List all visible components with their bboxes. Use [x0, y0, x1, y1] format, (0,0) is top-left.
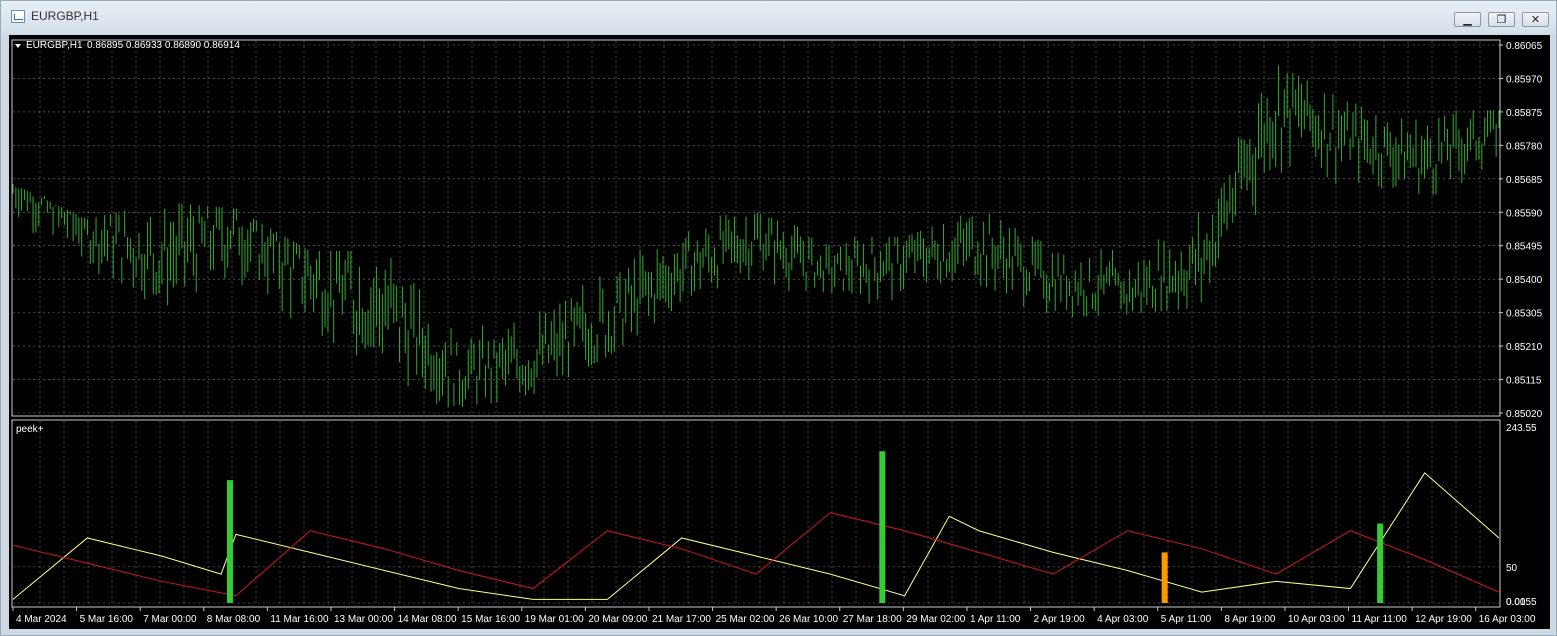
indicator-label: peek+ — [16, 424, 44, 435]
chart-canvas[interactable]: EURGBP,H1 0.86895 0.86933 0.86890 0.8691… — [9, 35, 1550, 629]
indicator-spike-green — [879, 451, 886, 603]
indicator-axis-label: 50 — [1506, 563, 1518, 574]
price-axis-label: 0.85590 — [1506, 208, 1543, 219]
indicator-axis-label: 243.55 — [1506, 423, 1537, 434]
time-axis-label: 10 Apr 03:00 — [1288, 614, 1345, 625]
time-axis-label: 27 Mar 18:00 — [843, 614, 902, 625]
price-axis-label: 0.85970 — [1506, 74, 1543, 85]
close-button[interactable]: ✕ — [1522, 12, 1549, 27]
time-axis-label: 21 Mar 17:00 — [652, 614, 711, 625]
collapse-triangle-icon[interactable] — [15, 44, 21, 48]
time-axis-label: 16 Apr 03:00 — [1479, 614, 1536, 625]
indicator-series — [12, 451, 1500, 603]
time-axis-label: 14 Mar 08:00 — [398, 614, 457, 625]
time-axis-label: 25 Mar 02:00 — [716, 614, 775, 625]
indicator-grid — [13, 421, 1499, 606]
chart-window: EURGBP,H1 ▁ ❐ ✕ EURGBP,H1 0.86895 0.8693… — [0, 0, 1557, 636]
price-axis-label: 0.85210 — [1506, 342, 1543, 353]
time-axis-label: 5 Apr 11:00 — [1161, 614, 1212, 625]
indicator-spike-green — [226, 480, 233, 603]
indicator-pane-border — [11, 419, 1501, 608]
time-axis[interactable]: 4 Mar 2024 5 Mar 16:00 7 Mar 00:00 8 Mar 08… — [12, 607, 1536, 625]
price-axis-label: 0.85495 — [1506, 242, 1543, 253]
time-axis-label: 13 Mar 00:00 — [334, 614, 393, 625]
time-axis-label: 8 Apr 19:00 — [1224, 614, 1276, 625]
minimize-button[interactable]: ▁ — [1454, 12, 1481, 27]
time-axis-label: 26 Mar 10:00 — [779, 614, 838, 625]
price-axis-label: 0.85875 — [1506, 108, 1543, 119]
price-axis-label: 0.85780 — [1506, 141, 1543, 152]
time-axis-label: 7 Mar 00:00 — [143, 614, 197, 625]
indicator-line-red — [12, 512, 1500, 597]
time-axis-label: 15 Mar 16:00 — [461, 614, 520, 625]
time-axis-label: 11 Mar 16:00 — [270, 614, 329, 625]
price-axis-label: 0.85685 — [1506, 175, 1543, 186]
main-pane-border — [11, 39, 1501, 417]
restore-button[interactable]: ❐ — [1488, 12, 1515, 27]
time-axis-label: 19 Mar 01:00 — [525, 614, 584, 625]
price-axis-label: 0.86065 — [1506, 41, 1543, 52]
time-axis-label: 11 Apr 11:00 — [1352, 614, 1408, 625]
time-axis-label: 1 Apr 11:00 — [970, 614, 1021, 625]
time-axis-label: 8 Mar 08:00 — [207, 614, 261, 625]
indicator-spike-green — [1377, 523, 1384, 603]
price-series — [12, 65, 1500, 407]
time-axis-label: 5 Mar 16:00 — [80, 614, 134, 625]
price-axis-label: 0.85115 — [1506, 376, 1542, 387]
price-axis-label: 0.85020 — [1506, 409, 1543, 420]
time-axis-label: 20 Mar 09:00 — [588, 614, 647, 625]
price-axis-label: 0.85305 — [1506, 309, 1543, 320]
indicator-axis[interactable]: 243.55500.000.0155 — [1506, 423, 1537, 608]
main-grid — [13, 41, 1499, 415]
ohlc-values: 0.86895 0.86933 0.86890 0.86914 — [87, 40, 240, 51]
time-axis-label: 2 Apr 19:00 — [1034, 614, 1086, 625]
indicator-axis-label: 0.0155 — [1506, 597, 1537, 608]
title-bar[interactable]: EURGBP,H1 ▁ ❐ ✕ — [1, 1, 1556, 33]
time-axis-label: 4 Mar 2024 — [16, 614, 67, 625]
time-axis-label: 29 Mar 02:00 — [906, 614, 965, 625]
price-axis[interactable]: 0.86065 0.85970 0.85875 0.85780 0.85685 0.855… — [1499, 41, 1543, 420]
time-axis-label: 4 Apr 03:00 — [1097, 614, 1149, 625]
price-axis-label: 0.85400 — [1506, 275, 1543, 286]
indicator-spike-orange — [1161, 552, 1168, 603]
time-axis-label: 12 Apr 19:00 — [1415, 614, 1472, 625]
window-title: EURGBP,H1 — [31, 9, 99, 23]
chart-svg[interactable]: EURGBP,H1 0.86895 0.86933 0.86890 0.8691… — [9, 35, 1550, 629]
symbol-label: EURGBP,H1 — [26, 40, 83, 51]
indicator-line-yellow — [12, 472, 1500, 600]
chart-window-icon — [11, 10, 25, 23]
